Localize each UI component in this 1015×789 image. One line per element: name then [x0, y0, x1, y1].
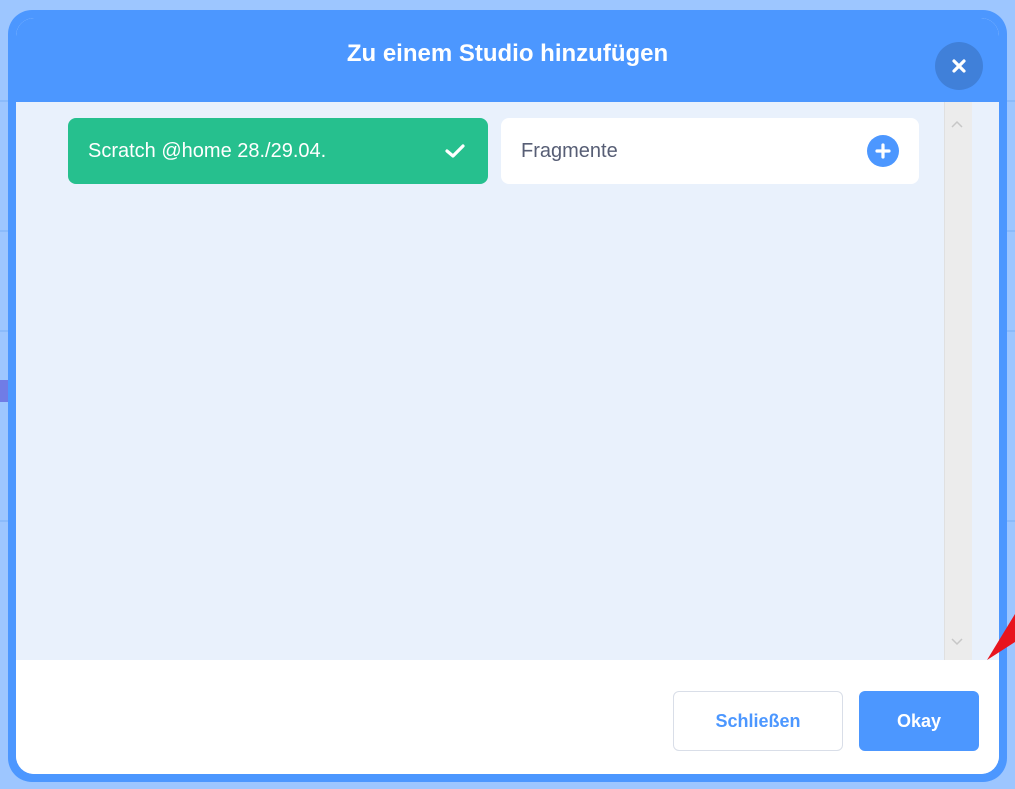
- modal-header: Zu einem Studio hinzufügen: [16, 18, 999, 102]
- studio-item-label: Fragmente: [521, 139, 618, 162]
- studio-item-fragmente[interactable]: Fragmente: [501, 118, 919, 184]
- scroll-up-icon[interactable]: [949, 116, 965, 132]
- modal-title: Zu einem Studio hinzufügen: [346, 40, 669, 67]
- studio-item-label: Scratch @home 28./29.04.: [88, 139, 327, 162]
- modal-footer: [16, 660, 999, 774]
- close-button[interactable]: [935, 42, 983, 90]
- add-to-studio-modal: Zu einem Studio hinzufügen Scratch @home…: [8, 10, 1007, 782]
- studio-list: [16, 102, 999, 660]
- plus-icon: [867, 135, 899, 167]
- studio-item-scratch-home[interactable]: Scratch @home 28./29.04.: [68, 118, 488, 184]
- modal-body: Zu einem Studio hinzufügen Scratch @home…: [16, 18, 999, 774]
- scrollbar[interactable]: [944, 102, 972, 660]
- check-icon: [442, 138, 468, 164]
- close-icon: [952, 59, 966, 73]
- scroll-down-icon[interactable]: [949, 634, 965, 650]
- annotation-arrow-icon: [987, 614, 1015, 660]
- okay-button[interactable]: Okay: [859, 691, 979, 751]
- close-dialog-button[interactable]: Schließen: [673, 691, 843, 751]
